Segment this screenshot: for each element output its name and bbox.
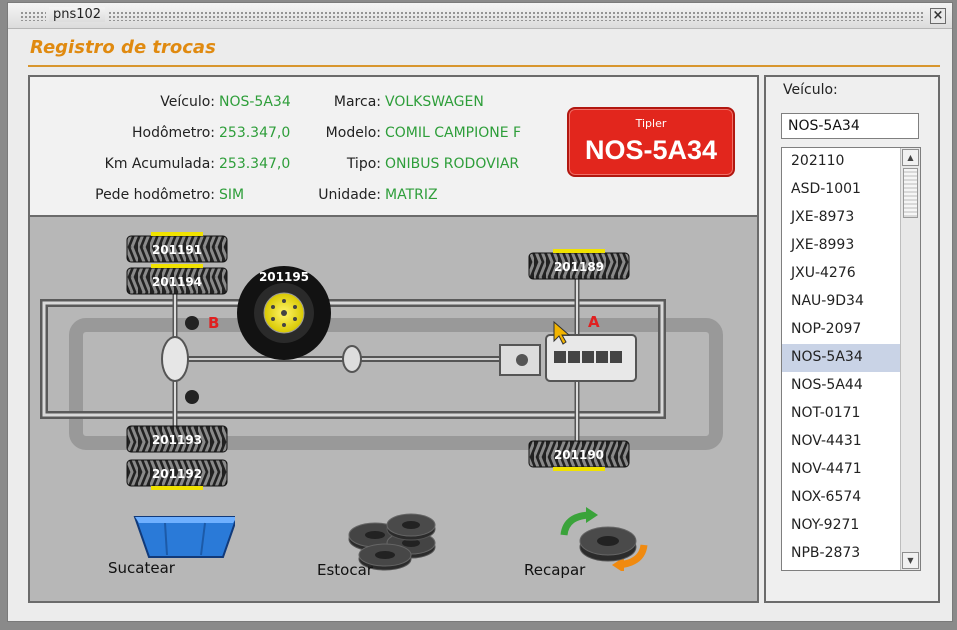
rear-hub-top (185, 316, 199, 330)
window-title: pns102 (49, 7, 106, 22)
info-label: Tipo: (346, 156, 381, 172)
rear-hub-bottom (185, 390, 199, 404)
engine-cylinders (554, 351, 622, 363)
list-item[interactable]: NPB-2873 (782, 540, 900, 568)
info-value: MATRIZ (385, 187, 438, 203)
vehicle-search-input[interactable] (781, 113, 919, 139)
list-item[interactable]: NOX-6574 (782, 484, 900, 512)
list-item[interactable]: JXE-8993 (782, 232, 900, 260)
tire-diagram: B A 201191 201194 201193 201192 201189 2… (28, 217, 759, 603)
tire-left-top-inner[interactable]: 201194 (126, 264, 228, 295)
tire-label: 201193 (152, 433, 202, 447)
tire-label: 201191 (152, 243, 202, 257)
vehicle-list-scrollbar[interactable]: ▲ ▼ (900, 148, 920, 570)
list-item[interactable]: JXU-4276 (782, 260, 900, 288)
scrap-button[interactable]: Sucatear (105, 507, 235, 587)
info-label: Veículo: (160, 94, 215, 110)
tire-right-top[interactable]: 201189 (528, 249, 630, 280)
close-button[interactable]: × (930, 8, 946, 24)
scroll-up-button[interactable]: ▲ (902, 149, 919, 166)
differential (161, 336, 189, 382)
list-item[interactable]: 202110 (782, 148, 900, 176)
plate-badge-number: NOS-5A34 (585, 135, 718, 165)
plate-badge-caption: Tipler (635, 117, 667, 130)
list-item[interactable]: NOY-9271 (782, 512, 900, 540)
gearbox-hub (516, 354, 528, 366)
title-bar[interactable]: pns102 × (8, 3, 952, 29)
list-item-selected[interactable]: NOS-5A34 (782, 344, 900, 372)
list-item[interactable]: NOP-2097 (782, 316, 900, 344)
tire-label: 201192 (152, 467, 202, 481)
info-label: Marca: (333, 94, 381, 110)
info-label: Unidade: (318, 187, 381, 203)
info-value: VOLKSWAGEN (385, 94, 484, 110)
section-title: Registro de trocas (30, 37, 216, 58)
list-item[interactable]: NOV-4471 (782, 456, 900, 484)
scroll-down-button[interactable]: ▼ (902, 552, 919, 569)
list-item[interactable]: ASD-1001 (782, 176, 900, 204)
tire-right-bottom[interactable]: 201190 (528, 440, 630, 471)
shaft-joint (342, 345, 362, 373)
plate-badge: Tipler NOS-5A34 (567, 107, 735, 177)
section-divider (28, 65, 940, 67)
list-item[interactable]: NOV-4431 (782, 428, 900, 456)
info-label: Hodômetro: (131, 125, 215, 141)
tire-label: 201189 (554, 260, 604, 274)
app-window: pns102 × Registro de trocas Veículo: NOS… (7, 2, 953, 622)
front-axle-label: A (588, 313, 600, 331)
stock-label: Estocar (317, 561, 373, 579)
rear-axle-label: B (208, 314, 219, 332)
retread-button[interactable]: Recapar (522, 505, 652, 589)
scroll-thumb[interactable] (903, 168, 918, 218)
triangle-down-icon: ▼ (907, 556, 914, 565)
info-label: Km Acumulada: (104, 156, 215, 172)
tire-left-bottom-outer[interactable]: 201192 (126, 459, 228, 490)
info-label: Pede hodômetro: (95, 187, 215, 203)
vehicle-info-panel: Veículo: NOS-5A34 Hodômetro: 253.347,0 K… (28, 75, 759, 217)
dumpster-icon (133, 516, 235, 558)
list-item[interactable]: NAU-9D34 (782, 288, 900, 316)
grip-left-icon (20, 11, 46, 21)
info-value: ONIBUS RODOVIAR (385, 156, 520, 172)
info-label: Modelo: (325, 125, 381, 141)
stock-button[interactable]: Estocar (315, 507, 445, 589)
triangle-up-icon: ▲ (907, 153, 914, 162)
vehicle-selector-panel: Veículo: 202110 ASD-1001 JXE-8973 JXE-89… (764, 75, 940, 603)
tire-left-bottom-inner[interactable]: 201193 (126, 425, 228, 453)
vehicle-list[interactable]: 202110 ASD-1001 JXE-8973 JXE-8993 JXU-42… (781, 147, 921, 571)
scrap-label: Sucatear (108, 559, 175, 577)
list-item[interactable]: NOS-5A44 (782, 372, 900, 400)
info-value: COMIL CAMPIONE F (385, 125, 522, 141)
spare-tire[interactable]: 201195 (237, 266, 331, 360)
list-item[interactable]: JXE-8973 (782, 204, 900, 232)
vehicle-selector-label: Veículo: (783, 82, 838, 98)
tire-left-top-outer[interactable]: 201191 (126, 232, 228, 263)
tire-label: 201190 (554, 448, 604, 462)
list-item[interactable]: NOT-0171 (782, 400, 900, 428)
tire-label: 201195 (259, 270, 309, 284)
tire-label: 201194 (152, 275, 202, 289)
close-icon: × (932, 8, 944, 23)
retread-label: Recapar (524, 561, 586, 579)
grip-right-icon (108, 11, 924, 21)
